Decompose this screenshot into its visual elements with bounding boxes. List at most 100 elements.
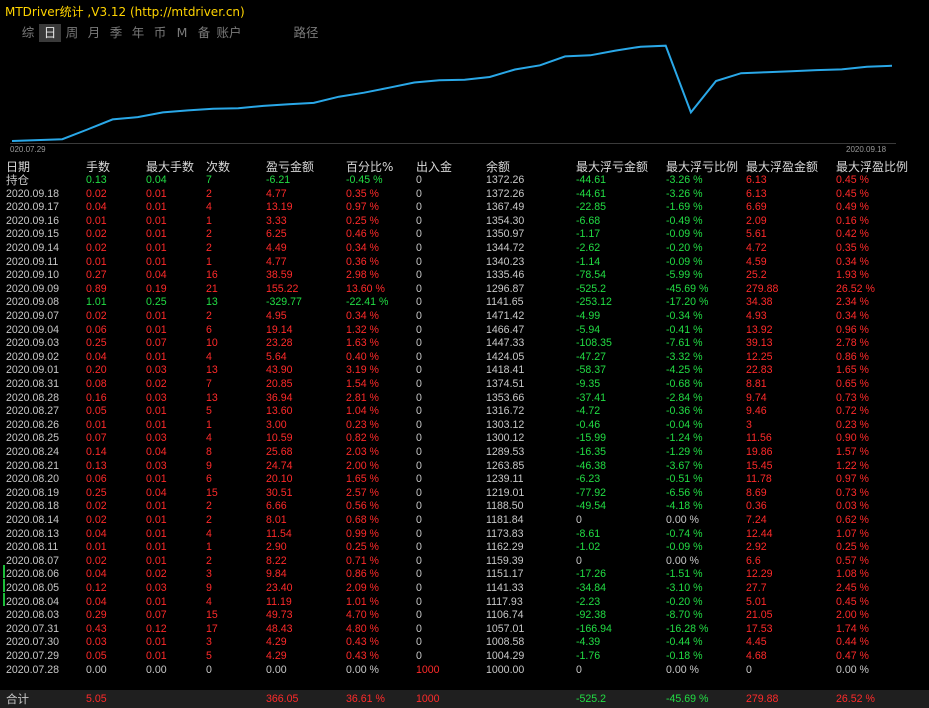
table-cell: 2.92 xyxy=(746,541,767,554)
table-cell: 23.28 xyxy=(266,337,293,350)
table-cell: -45.69 % xyxy=(666,282,709,295)
table-cell: 0.25 xyxy=(146,296,167,309)
table-cell: 9 xyxy=(206,582,212,594)
table-cell: 11.54 xyxy=(266,527,292,540)
table-cell: 5.61 xyxy=(746,228,767,241)
table-cell: 6.25 xyxy=(266,228,287,241)
table-cell: 0 xyxy=(416,405,422,418)
table-cell: 26.52 % xyxy=(836,282,875,295)
table-cell: 2.09 % xyxy=(346,582,379,594)
table-cell: 0.68 % xyxy=(346,514,379,526)
summary-cell: 1000 xyxy=(416,693,440,705)
table-row[interactable]: 2020.09.10 0.27 0.04 16 38.59 2.98 % 0 1335.46 -… xyxy=(0,268,929,282)
table-row[interactable]: 2020.08.24 0.14 0.04 8 25.68 2.03 % 0 1289.53 -1… xyxy=(0,445,929,459)
table-row[interactable]: 2020.08.07 0.02 0.01 2 8.22 0.71 % 0 1159.39 0 0.… xyxy=(0,554,929,568)
table-row[interactable]: 2020.09.15 0.02 0.01 2 6.25 0.46 % 0 1350.97 -1.… xyxy=(0,227,929,241)
table-row[interactable]: 2020.09.08 1.01 0.25 13 -329.77 -22.41 % 0 1141… xyxy=(0,295,929,309)
table-row[interactable]: 2020.09.09 0.89 0.19 21 155.22 13.60 % 0 1296.8… xyxy=(0,282,929,296)
table-row[interactable]: 2020.07.31 0.43 0.12 17 48.43 4.80 % 0 1057.01 -… xyxy=(0,622,929,636)
table-row[interactable]: 2020.09.18 0.02 0.01 2 4.77 0.35 % 0 1372.26 -44… xyxy=(0,187,929,201)
table-cell: 4 xyxy=(206,527,212,540)
table-cell: 1008.58 xyxy=(486,636,525,649)
table-cell: 0 xyxy=(416,459,422,472)
table-cell: 34.38 xyxy=(746,296,773,309)
table-cell: 0.08 xyxy=(86,378,107,390)
table-row[interactable]: 2020.09.11 0.01 0.01 1 4.77 0.36 % 0 1340.23 -1.… xyxy=(0,255,929,269)
table-row[interactable]: 2020.09.17 0.04 0.01 4 13.19 0.97 % 0 1367.49 -2… xyxy=(0,200,929,214)
table-cell: 0.02 xyxy=(86,228,107,241)
table-cell: 0.13 xyxy=(86,459,107,472)
open-positions-row[interactable]: 持仓 0.13 0.04 7 -6.21 -0.45 % 0 1372.26 -44.61 -3.… xyxy=(0,173,929,187)
table-cell: 2020.08.03 xyxy=(6,609,60,622)
table-row[interactable]: 2020.08.05 0.12 0.03 9 23.40 2.09 % 0 1141.33 -3… xyxy=(0,581,929,595)
table-row[interactable]: 2020.08.19 0.25 0.04 15 30.51 2.57 % 0 1219.01 -… xyxy=(0,486,929,500)
table-cell: 1141.65 xyxy=(486,296,524,309)
table-row[interactable]: 2020.08.21 0.13 0.03 9 24.74 2.00 % 0 1263.85 -4… xyxy=(0,459,929,473)
table-cell: 1344.72 xyxy=(486,242,525,254)
table-cell: 0.05 xyxy=(86,405,107,418)
table-row[interactable]: 2020.09.16 0.01 0.01 1 3.33 0.25 % 0 1354.30 -6.… xyxy=(0,214,929,228)
table-cell: 1181.84 xyxy=(486,514,524,526)
table-cell: 0.03 xyxy=(146,364,167,377)
table-cell: 0.00 xyxy=(266,663,287,676)
table-cell: -253.12 xyxy=(576,296,612,309)
table-row[interactable]: 2020.08.18 0.02 0.01 2 6.66 0.56 % 0 1188.50 -49… xyxy=(0,499,929,513)
table-cell: -1.29 % xyxy=(666,446,703,458)
table-cell: -9.35 xyxy=(576,378,601,390)
table-row[interactable]: 2020.07.30 0.03 0.01 3 4.29 0.43 % 0 1008.58 -4.… xyxy=(0,635,929,649)
table-row[interactable]: 2020.09.03 0.25 0.07 10 23.28 1.63 % 0 1447.33 -… xyxy=(0,336,929,350)
table-row[interactable]: 2020.08.20 0.06 0.01 6 20.10 1.65 % 0 1239.11 -6… xyxy=(0,472,929,486)
table-cell: 0 xyxy=(416,554,422,567)
table-row[interactable]: 2020.08.31 0.08 0.02 7 20.85 1.54 % 0 1374.51 -9… xyxy=(0,377,929,391)
table-row[interactable]: 2020.09.01 0.20 0.03 13 43.90 3.19 % 0 1418.41 -… xyxy=(0,363,929,377)
table-row[interactable]: 2020.08.28 0.16 0.03 13 36.94 2.81 % 0 1353.66 -… xyxy=(0,391,929,405)
table-row[interactable]: 2020.09.02 0.04 0.01 4 5.64 0.40 % 0 1424.05 -47… xyxy=(0,350,929,364)
table-cell: 2.00 % xyxy=(346,459,379,472)
table-row[interactable]: 2020.07.29 0.05 0.01 5 4.29 0.43 % 0 1004.29 -1.… xyxy=(0,649,929,663)
table-cell: -1.02 xyxy=(576,541,601,554)
table-row[interactable]: 2020.08.26 0.01 0.01 1 3.00 0.23 % 0 1303.12 -0.… xyxy=(0,418,929,432)
table-cell: 0 xyxy=(416,296,422,309)
table-row[interactable]: 2020.08.04 0.04 0.01 4 11.19 1.01 % 0 1117.93 -2… xyxy=(0,595,929,609)
table-cell: 0 xyxy=(416,310,422,322)
table-row[interactable]: 2020.08.25 0.07 0.03 4 10.59 0.82 % 0 1300.12 -1… xyxy=(0,431,929,445)
table-cell: 0 xyxy=(746,663,752,676)
table-row[interactable]: 2020.09.14 0.02 0.01 2 4.49 0.34 % 0 1344.72 -2.… xyxy=(0,241,929,255)
table-row[interactable]: 2020.08.11 0.01 0.01 1 2.90 0.25 % 0 1162.29 -1.… xyxy=(0,540,929,554)
table-cell: 0.36 xyxy=(746,500,767,513)
table-cell: 5.64 xyxy=(266,350,287,363)
table-row[interactable]: 2020.08.03 0.29 0.07 15 49.73 4.70 % 0 1106.74 -… xyxy=(0,608,929,622)
table-cell: 0.12 xyxy=(86,582,107,594)
table-cell: -6.23 xyxy=(576,473,601,486)
table-cell: 9.46 xyxy=(746,405,767,418)
table-cell: 1372.26 xyxy=(486,187,525,200)
table-cell: 0.02 xyxy=(86,242,107,254)
table-cell: 1350.97 xyxy=(486,228,525,241)
table-cell: 2 xyxy=(206,228,212,241)
table-cell: 0.07 xyxy=(146,337,167,350)
table-cell: 5.01 xyxy=(746,595,767,608)
table-row[interactable]: 2020.08.13 0.04 0.01 4 11.54 0.99 % 0 1173.83 -8… xyxy=(0,527,929,541)
table-cell: 0.27 xyxy=(86,269,107,282)
table-cell: -16.35 xyxy=(576,446,607,458)
table-cell: 4 xyxy=(206,201,212,214)
table-cell: 1316.72 xyxy=(486,405,525,418)
table-row[interactable]: 2020.09.07 0.02 0.01 2 4.95 0.34 % 0 1471.42 -4.… xyxy=(0,309,929,323)
table-cell: 3 xyxy=(206,636,212,649)
table-cell: 0.01 xyxy=(146,214,167,227)
table-row[interactable]: 2020.09.04 0.06 0.01 6 19.14 1.32 % 0 1466.47 -5… xyxy=(0,323,929,337)
table-cell: -34.84 xyxy=(576,582,607,594)
table-cell: -525.2 xyxy=(576,282,607,295)
table-cell: 4.93 xyxy=(746,310,767,322)
table-row[interactable]: 2020.08.27 0.05 0.01 5 13.60 1.04 % 0 1316.72 -4… xyxy=(0,404,929,418)
table-cell: 0.06 xyxy=(86,323,107,336)
table-cell: 2.34 % xyxy=(836,296,869,309)
table-cell: 9 xyxy=(206,459,212,472)
table-cell: -6.21 xyxy=(266,174,291,186)
table-row[interactable]: 2020.08.06 0.04 0.02 3 9.84 0.86 % 0 1151.17 -17… xyxy=(0,567,929,581)
table-row[interactable]: 2020.07.28 0.00 0.00 0 0.00 0.00 % 1000 1000.00… xyxy=(0,663,929,677)
table-row[interactable]: 2020.08.14 0.02 0.01 2 8.01 0.68 % 0 1181.84 0 0.… xyxy=(0,513,929,527)
table-cell: 2.45 % xyxy=(836,582,869,594)
table-cell: 4.77 xyxy=(266,187,287,200)
table-cell: -1.51 % xyxy=(666,568,703,581)
